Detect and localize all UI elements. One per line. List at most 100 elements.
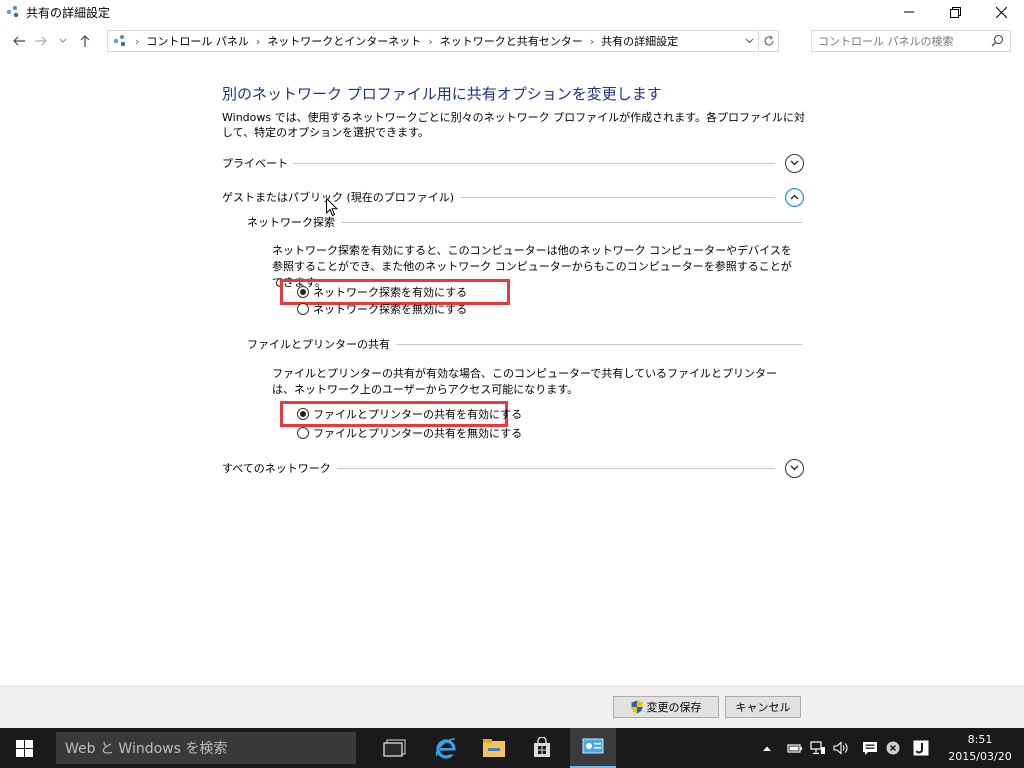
close-icon [995,6,1007,18]
ime-button[interactable] [910,728,932,768]
chevron-down-icon [790,160,799,166]
network-tray-button[interactable] [808,728,828,768]
refresh-icon [763,35,774,46]
show-hidden-icons-button[interactable] [760,728,774,768]
arrow-left-icon [13,36,25,46]
refresh-button[interactable] [758,31,778,51]
section-guest-public[interactable]: ゲストまたはパブリック (現在のプロファイル) [222,187,804,207]
cancel-button[interactable]: キャンセル [725,696,801,718]
breadcrumb-separator-icon: › [135,34,140,48]
taskbar-search-placeholder: Web と Windows を検索 [65,741,228,757]
radio-discovery-off[interactable]: ネットワーク探索を無効にする [297,301,467,317]
file-explorer-button[interactable] [471,728,517,768]
up-button[interactable] [74,30,96,52]
radio-file-sharing-on-label: ファイルとプリンターの共有を有効にする [313,408,523,421]
volume-tray-button[interactable] [831,728,851,768]
page-title: 別のネットワーク プロファイル用に共有オプションを変更します [222,85,662,103]
radio-button[interactable] [297,286,309,298]
breadcrumb-advanced-sharing[interactable]: 共有の詳細設定 [601,33,678,49]
uac-shield-icon [631,700,642,714]
divider [336,467,775,469]
chevron-up-icon [790,194,799,200]
breadcrumb-network-internet[interactable]: ネットワークとインターネット [267,33,421,49]
expand-private-button[interactable] [785,153,804,173]
expand-all-networks-button[interactable] [785,458,804,478]
store-icon [534,737,550,757]
clock-time: 8:51 [967,733,993,746]
section-guest-public-label: ゲストまたはパブリック (現在のプロファイル) [222,191,455,204]
breadcrumb-separator-icon: › [255,34,261,48]
start-button[interactable] [0,728,48,768]
save-changes-button[interactable]: 変更の保存 [613,696,719,718]
address-bar[interactable]: › コントロール パネル › ネットワークとインターネット › ネットワークと共… [107,30,779,52]
network-icon [6,6,19,18]
radio-discovery-off-label: ネットワーク探索を無効にする [313,303,468,316]
radio-file-sharing-off-label: ファイルとプリンターの共有を無効にする [313,427,523,440]
internet-explorer-icon [435,738,457,759]
folder-icon [483,739,505,757]
window-title: 共有の詳細設定 [26,5,111,20]
save-changes-label: 変更の保存 [646,701,702,714]
section-private-label: プライベート [222,157,288,170]
arrow-up-icon [80,35,90,47]
input-indicator-button[interactable] [883,728,903,768]
internet-explorer-button[interactable] [423,728,469,768]
radio-discovery-on[interactable]: ネットワーク探索を有効にする [297,284,467,300]
radio-button[interactable] [297,427,309,439]
divider [294,162,775,164]
radio-selected-dot [300,289,306,295]
restore-icon [949,6,961,18]
main-content: 別のネットワーク プロファイル用に共有オプションを変更します Windows で… [0,56,1024,686]
breadcrumb-separator-icon: › [589,34,595,48]
file-sharing-title: ファイルとプリンターの共有 [247,338,390,351]
action-center-button[interactable] [859,728,881,768]
divider [341,221,802,223]
recent-locations-button[interactable] [52,30,74,52]
file-sharing-header: ファイルとプリンターの共有 [247,336,802,352]
collapse-guest-public-button[interactable] [785,187,804,207]
arrow-right-icon [35,36,47,46]
section-all-networks[interactable]: すべてのネットワーク [222,458,804,478]
file-sharing-description: ファイルとプリンターの共有が有効な場合、このコンピューターで共有しているファイル… [272,367,778,396]
minimize-button[interactable] [886,0,932,24]
breadcrumb-control-panel[interactable]: コントロール パネル [146,33,249,49]
chevron-up-icon [763,746,771,751]
battery-tray-button[interactable] [785,728,805,768]
ime-icon [913,740,929,756]
radio-file-sharing-off[interactable]: ファイルとプリンターの共有を無効にする [297,425,522,441]
forward-button[interactable] [30,30,52,52]
battery-icon [787,744,802,753]
maximize-button[interactable] [932,0,978,24]
breadcrumb-network-sharing-center[interactable]: ネットワークと共有センター [440,33,583,49]
system-clock[interactable]: 8:51 2015/03/20 [940,731,1020,765]
radio-button[interactable] [297,303,309,315]
taskbar-search-box[interactable]: Web と Windows を検索 [56,732,356,764]
chevron-down-icon [59,38,67,43]
address-dropdown-button[interactable] [742,34,756,48]
notification-icon [863,741,877,755]
radio-discovery-on-label: ネットワーク探索を有効にする [313,286,468,299]
breadcrumb-separator-icon: › [428,34,433,48]
search-input[interactable] [818,34,983,48]
taskbar: Web と Windows を検索 8:51 2015/03/20 [0,728,1024,768]
search-box[interactable] [811,30,1011,52]
close-button[interactable] [978,0,1024,24]
back-button[interactable] [8,30,30,52]
radio-selected-dot [300,411,306,417]
network-wired-icon [810,741,825,755]
radio-file-sharing-on[interactable]: ファイルとプリンターの共有を有効にする [297,406,522,422]
store-button[interactable] [519,728,565,768]
task-view-button[interactable] [372,728,418,768]
speaker-icon [833,741,848,755]
control-panel-taskbar-button[interactable] [570,728,616,768]
search-icon [991,34,1004,47]
task-view-icon [383,739,406,757]
section-private[interactable]: プライベート [222,153,804,173]
section-all-networks-label: すべてのネットワーク [222,462,331,475]
radio-button[interactable] [297,408,309,420]
chevron-down-icon [790,465,799,471]
mouse-cursor-icon [326,198,338,217]
network-icon [113,35,126,47]
minimize-icon [904,11,914,13]
control-panel-icon [582,738,604,754]
